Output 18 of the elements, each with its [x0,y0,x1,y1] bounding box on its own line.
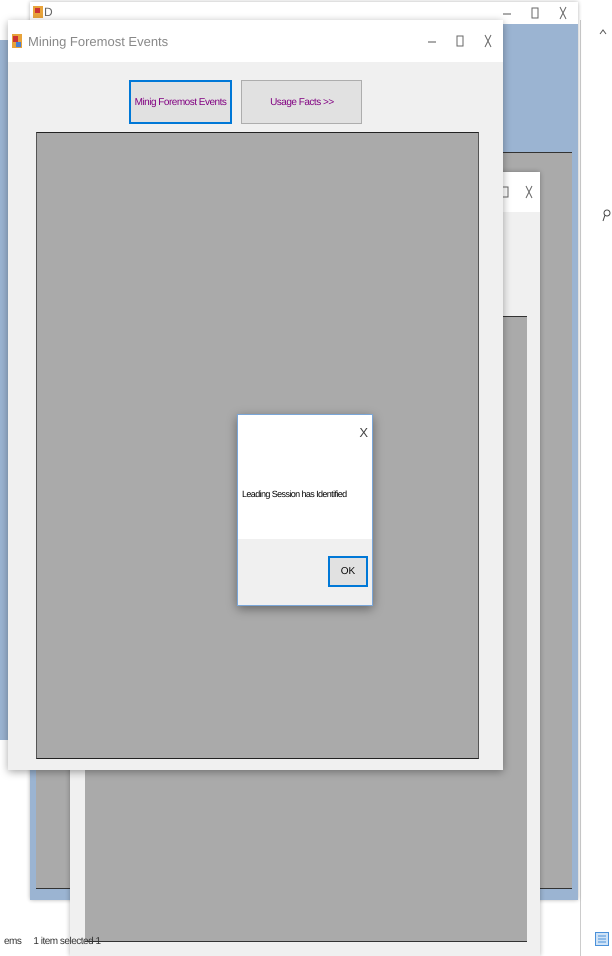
tab-button[interactable]: Usage Facts >> [241,80,362,124]
ok-button[interactable]: OK [328,556,368,587]
view-icon[interactable] [595,932,609,946]
maximize-icon[interactable] [455,34,465,48]
app-icon [12,34,22,48]
close-icon[interactable] [558,6,568,20]
window-title: Mining Foremost Events [28,34,170,48]
chevron-icon[interactable] [599,28,607,36]
app-icon [33,6,43,18]
window-title: D [44,5,53,19]
close-icon[interactable] [483,34,493,48]
close-button[interactable]: X [359,425,368,440]
search-icon[interactable] [601,208,611,222]
status-text: ems [4,936,22,947]
close-icon[interactable] [524,185,534,199]
tab-button[interactable]: Minig Foremost Events [128,80,232,124]
message-text: Leading Session has Identified [242,489,347,499]
maximize-icon[interactable] [530,6,540,20]
